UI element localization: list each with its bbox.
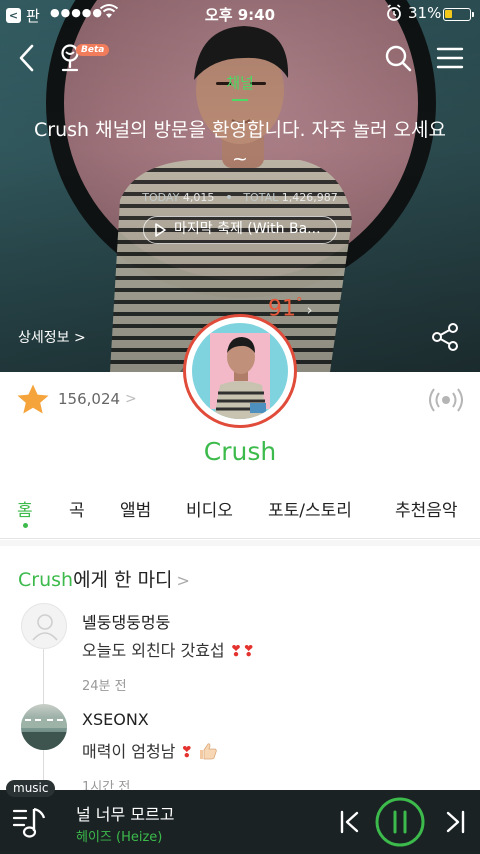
play-icon — [155, 223, 166, 237]
section-underline — [232, 99, 248, 101]
section-label: 채널 — [226, 74, 254, 92]
playlist-icon[interactable] — [12, 805, 52, 841]
comments-artist: Crush — [18, 569, 74, 591]
tab-videos[interactable]: 비디오 — [186, 496, 233, 521]
welcome-message: Crush 채널의 방문을 환영합니다. 자주 놀러 오세요~ — [34, 119, 446, 170]
comment-user-name[interactable]: 녤둥댕둥멍둥 — [82, 609, 170, 633]
music-tag: music — [6, 780, 56, 797]
default-user-icon — [32, 614, 58, 641]
pause-button[interactable] — [374, 796, 426, 848]
back-arrow-icon[interactable] — [12, 42, 44, 74]
comment-text-body: 매력이 엄청남 — [82, 742, 176, 761]
thumbs-up-icon — [200, 743, 217, 760]
comments-header[interactable]: Crush에게 한 마디 > — [18, 565, 190, 592]
visit-stats: TODAY 4,015 TOTAL 1,426,987 — [0, 191, 480, 204]
channel-tabs: 홈 곡 앨범 비디오 포토/스토리 추천음악 — [0, 491, 480, 539]
comments-title: 에게 한 마디 — [73, 569, 173, 591]
artist-name: Crush — [203, 437, 277, 466]
artist-avatar[interactable] — [183, 314, 297, 428]
chevron-right-icon: > — [125, 391, 137, 407]
chevron-right-icon: › — [306, 301, 313, 320]
radio-broadcast-icon[interactable] — [426, 384, 466, 416]
battery-icon — [443, 8, 474, 21]
now-playing-artist: 헤이즈 (Heize) — [76, 830, 163, 845]
temperature-link[interactable]: 91° › — [268, 296, 313, 321]
search-icon[interactable] — [382, 42, 414, 74]
alarm-icon — [387, 4, 401, 21]
comment-time: 24분 전 — [82, 679, 127, 694]
total-label: TOTAL — [243, 191, 279, 204]
beta-badge: Beta — [76, 44, 110, 56]
tab-albums[interactable]: 앨범 — [120, 496, 151, 521]
battery-level — [445, 10, 452, 18]
stats-separator — [226, 195, 231, 199]
featured-song-title: 마지막 축제 (With Ba... — [174, 221, 321, 237]
today-label: TODAY — [142, 191, 180, 204]
tab-home[interactable]: 홈 — [17, 496, 33, 521]
temperature-unit: ° — [296, 296, 303, 311]
next-track-icon[interactable] — [443, 809, 467, 835]
tab-photo-story[interactable]: 포토/스토리 — [268, 496, 352, 521]
user-photo — [21, 718, 67, 750]
tab-recommended-music[interactable]: 추천음악 — [395, 496, 458, 521]
comment-text: 오늘도 외친다 갓효섭 ❣❣ — [82, 637, 255, 661]
star-icon — [17, 384, 49, 414]
heart-exclamation-icon: ❣❣ — [229, 642, 255, 660]
comment-user-avatar[interactable] — [21, 603, 67, 649]
comment-user-name[interactable]: XSEONX — [82, 710, 149, 729]
comment-user-avatar[interactable] — [21, 704, 67, 750]
comment-text-body: 오늘도 외친다 갓효섭 — [82, 641, 225, 660]
now-playing-title: 널 너무 모르고 — [76, 805, 175, 824]
detail-info-link[interactable]: 상세정보 > — [18, 327, 86, 347]
temperature-value: 91 — [268, 296, 296, 322]
share-icon[interactable] — [430, 322, 460, 352]
heart-exclamation-icon: ❣ — [180, 743, 194, 761]
chevron-right-icon: > — [176, 571, 190, 590]
previous-track-icon[interactable] — [338, 809, 362, 835]
section-divider — [0, 540, 480, 546]
tab-songs[interactable]: 곡 — [69, 496, 85, 521]
today-value: 4,015 — [182, 191, 215, 204]
active-tab-indicator — [23, 523, 28, 528]
status-bar: < 판 ●●●●● 오후 9:40 31% — [0, 0, 480, 28]
featured-song-button[interactable]: 마지막 축제 (With Ba... — [143, 216, 337, 244]
fan-count-value: 156,024 — [58, 390, 121, 408]
menu-icon[interactable] — [434, 42, 466, 74]
total-value: 1,426,987 — [281, 191, 338, 204]
artist-avatar-photo — [192, 323, 288, 419]
battery-percent: 31% — [408, 4, 442, 22]
comment-text: 매력이 엄청남 ❣ — [82, 738, 218, 762]
fan-count[interactable]: 156,024 > — [16, 383, 137, 415]
